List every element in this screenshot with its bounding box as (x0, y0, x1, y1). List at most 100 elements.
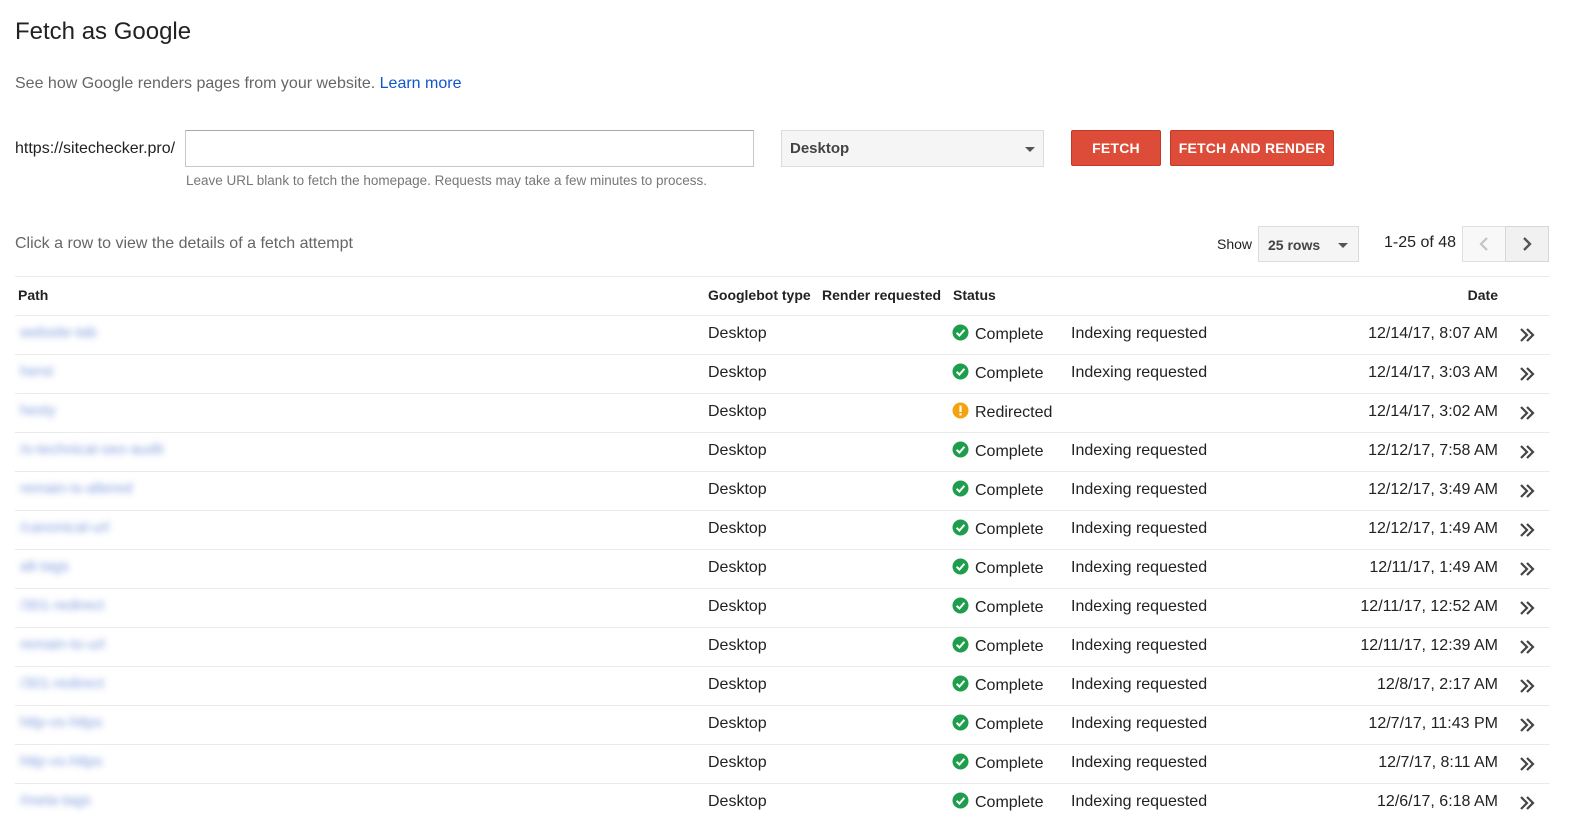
row-date: 12/7/17, 8:11 AM (1378, 754, 1498, 771)
row-indexing-status: Indexing requested (1071, 676, 1208, 693)
double-chevron-right-icon[interactable] (1518, 639, 1536, 655)
row-status: Complete (975, 794, 1044, 811)
row-divider (15, 393, 1550, 394)
chevron-left-icon (1479, 237, 1488, 251)
row-date: 12/11/17, 1:49 AM (1369, 559, 1498, 576)
row-divider (15, 666, 1550, 667)
page-subtitle: See how Google renders pages from your w… (15, 75, 461, 93)
table-row[interactable]: /301-redirect Desktop Complete Indexing req… (0, 666, 1572, 705)
row-googlebot-type: Desktop (708, 325, 767, 342)
row-divider (15, 549, 1550, 550)
column-header-googlebot-type: Googlebot type (708, 287, 811, 303)
learn-more-link[interactable]: Learn more (380, 75, 462, 92)
row-path-link[interactable]: hesty (20, 402, 56, 419)
row-googlebot-type: Desktop (708, 637, 767, 654)
show-label: Show (1217, 236, 1253, 252)
previous-page-button[interactable] (1462, 226, 1506, 262)
check-circle-icon (952, 441, 969, 458)
double-chevron-right-icon[interactable] (1518, 561, 1536, 577)
device-select-value: Desktop (790, 140, 850, 157)
row-path-link[interactable]: alt-tags (20, 558, 69, 575)
double-chevron-right-icon[interactable] (1518, 327, 1536, 343)
row-divider (15, 783, 1550, 784)
row-path-link[interactable]: /meta-tags (20, 792, 91, 809)
rows-per-page-select[interactable]: 25 rows (1258, 226, 1359, 262)
check-circle-icon (952, 480, 969, 497)
row-googlebot-type: Desktop (708, 559, 767, 576)
double-chevron-right-icon[interactable] (1518, 795, 1536, 811)
row-path-link[interactable]: http-vs-https (20, 714, 103, 731)
url-input[interactable] (185, 130, 754, 167)
row-googlebot-type: Desktop (708, 520, 767, 537)
double-chevron-right-icon[interactable] (1518, 522, 1536, 538)
double-chevron-right-icon[interactable] (1518, 678, 1536, 694)
row-indexing-status: Indexing requested (1071, 520, 1208, 537)
row-indexing-status: Indexing requested (1071, 481, 1208, 498)
row-googlebot-type: Desktop (708, 598, 767, 615)
exclamation-circle-icon (952, 402, 969, 419)
table-row[interactable]: herst Desktop Complete Indexing requested 12… (0, 354, 1572, 393)
row-status: Complete (975, 521, 1044, 538)
row-indexing-status: Indexing requested (1071, 715, 1208, 732)
row-indexing-status: Indexing requested (1071, 598, 1208, 615)
double-chevron-right-icon[interactable] (1518, 717, 1536, 733)
row-date: 12/14/17, 3:02 AM (1368, 403, 1498, 420)
row-googlebot-type: Desktop (708, 676, 767, 693)
row-path-link[interactable]: website-tab (20, 324, 97, 341)
double-chevron-right-icon[interactable] (1518, 600, 1536, 616)
column-header-render-requested: Render requested (822, 287, 942, 303)
row-path-link[interactable]: remain-to-url (20, 636, 105, 653)
double-chevron-right-icon[interactable] (1518, 483, 1536, 499)
double-chevron-right-icon[interactable] (1518, 405, 1536, 421)
table-row[interactable]: /o-technical-seo-audit Desktop Complete Ind… (0, 432, 1572, 471)
googlebot-device-select[interactable]: Desktop (781, 130, 1044, 167)
row-status: Complete (975, 716, 1044, 733)
row-date: 12/11/17, 12:52 AM (1360, 598, 1498, 615)
page-title: Fetch as Google (15, 18, 192, 45)
row-divider (15, 510, 1550, 511)
table-row[interactable]: /301-redirect Desktop Complete Indexing req… (0, 588, 1572, 627)
table-row[interactable]: http-vs-https Desktop Complete Indexing req… (0, 744, 1572, 783)
url-hint: Leave URL blank to fetch the homepage. R… (186, 173, 708, 188)
double-chevron-right-icon[interactable] (1518, 444, 1536, 460)
fetch-and-render-button[interactable]: FETCH AND RENDER (1170, 130, 1334, 166)
row-date: 12/8/17, 2:17 AM (1377, 676, 1498, 693)
check-circle-icon (952, 753, 969, 770)
row-path-link[interactable]: http-vs-https (20, 753, 103, 770)
next-page-button[interactable] (1505, 226, 1549, 262)
row-indexing-status: Indexing requested (1071, 754, 1208, 771)
check-circle-icon (952, 519, 969, 536)
row-divider (15, 354, 1550, 355)
row-path-link[interactable]: herst (20, 363, 53, 380)
table-row[interactable]: website-tab Desktop Complete Indexing reque… (0, 315, 1572, 354)
check-circle-icon (952, 714, 969, 731)
table-row[interactable]: hesty Desktop Redirected 12/14/17, 3:02 AM (0, 393, 1572, 432)
table-row[interactable]: /meta-tags Desktop Complete Indexing reques… (0, 783, 1572, 822)
row-status: Complete (975, 599, 1044, 616)
row-divider (15, 315, 1550, 316)
check-circle-icon (952, 324, 969, 341)
row-divider (15, 744, 1550, 745)
row-googlebot-type: Desktop (708, 403, 767, 420)
row-path-link[interactable]: /o-technical-seo-audit (20, 441, 163, 458)
row-path-link[interactable]: /301-redirect (20, 597, 104, 614)
table-row[interactable]: http-vs-https Desktop Complete Indexing req… (0, 705, 1572, 744)
double-chevron-right-icon[interactable] (1518, 756, 1536, 772)
row-indexing-status: Indexing requested (1071, 325, 1208, 342)
row-date: 12/14/17, 3:03 AM (1368, 364, 1498, 381)
row-path-link[interactable]: remain-is-altered (20, 480, 133, 497)
column-header-path: Path (18, 287, 49, 303)
row-status: Complete (975, 755, 1044, 772)
row-path-link[interactable]: /301-redirect (20, 675, 104, 692)
table-row[interactable]: remain-is-altered Desktop Complete Indexing… (0, 471, 1572, 510)
table-row[interactable]: remain-to-url Desktop Complete Indexing req… (0, 627, 1572, 666)
table-row[interactable]: /canonical-url Desktop Complete Indexing re… (0, 510, 1572, 549)
check-circle-icon (952, 363, 969, 380)
table-row[interactable]: alt-tags Desktop Complete Indexing requeste… (0, 549, 1572, 588)
row-status: Complete (975, 326, 1044, 343)
fetch-button[interactable]: FETCH (1071, 130, 1161, 166)
row-path-link[interactable]: /canonical-url (20, 519, 109, 536)
row-status: Complete (975, 677, 1044, 694)
row-status: Complete (975, 443, 1044, 460)
double-chevron-right-icon[interactable] (1518, 366, 1536, 382)
